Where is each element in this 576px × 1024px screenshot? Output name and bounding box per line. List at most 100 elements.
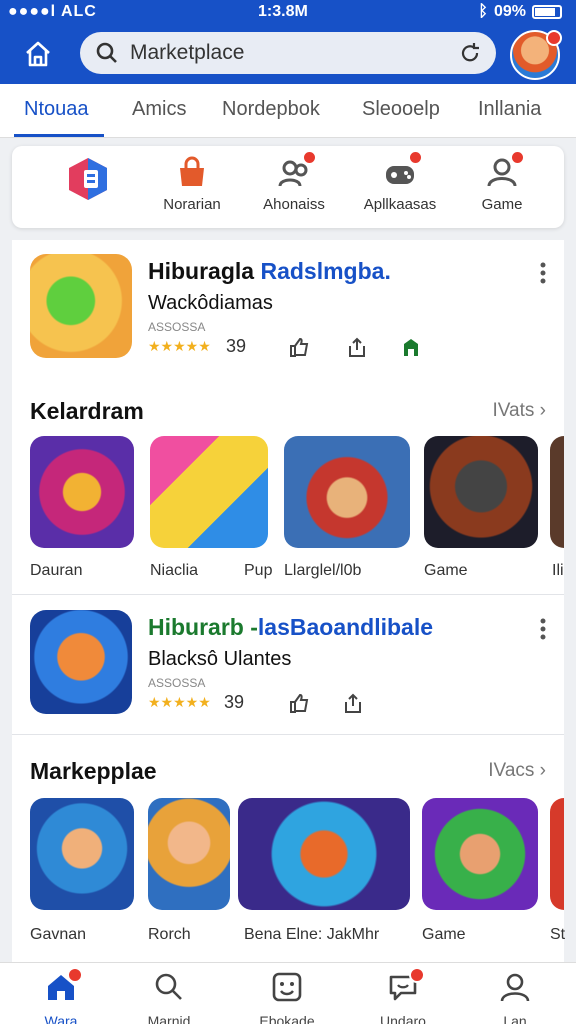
more-options-icon[interactable] [540,262,546,284]
controller-icon [383,150,423,190]
more-options-icon[interactable] [540,618,546,640]
profile-icon [499,971,531,1003]
thumbs-up-icon[interactable] [288,692,310,714]
notification-badge [302,150,317,165]
home-icon[interactable] [18,36,58,72]
app-tile[interactable] [422,798,538,910]
quick-link-label: Apllkaasas [363,196,437,213]
notification-badge [408,150,423,165]
bluetooth-icon: ᛒ [478,3,488,20]
notification-badge [67,967,83,983]
nav-label: Lan [503,1013,527,1024]
quick-link-game[interactable]: Game [452,150,552,213]
app-thumbnail [30,254,132,358]
share-icon[interactable] [346,336,368,358]
app-tile[interactable] [238,798,410,910]
avatar[interactable] [510,30,562,80]
tab-inllania[interactable]: Inllania [478,98,541,121]
search-bar[interactable]: Marketplace [80,32,496,74]
top-app-bar: ●●●●l ALC 1:3.8M ᛒ 09% Marketplace [0,0,576,84]
app-tile[interactable] [148,798,230,910]
quick-link-label: Game [481,196,523,213]
chevron-right-icon: › [539,400,546,421]
rating-value: 39 [226,336,247,356]
gamepad-icon [485,150,525,190]
smiley-box-icon [271,971,303,1003]
nav-item-undaro[interactable]: Undaro [358,967,448,1024]
content-panel: Hiburagla Radslmgba. Wackôdiamas ASSOSSA… [12,240,566,962]
tile-label: Pup [244,562,273,579]
app-meta: ASSOSSA [148,676,206,690]
search-icon [153,971,185,1003]
app-meta: ASSOSSA [148,320,206,334]
app-logo-icon [65,156,111,202]
app-developer: Blacksô Ulantes [148,648,292,670]
tag-icon [175,156,209,190]
notification-badge [409,967,425,983]
app-tile[interactable] [150,436,268,548]
quick-link-apllkaasas[interactable]: Apllkaasas [350,150,450,213]
people-icon [277,150,317,190]
see-more-link[interactable]: IVacs › [488,760,546,782]
search-input[interactable]: Marketplace [130,41,458,65]
chat-icon [387,967,425,1003]
divider [12,734,564,735]
tab-nordepbok[interactable]: Nordepbok [222,98,320,121]
nav-item-ebokade[interactable]: Ebokade [242,971,332,1024]
quick-link-label: Norarian [163,196,221,213]
tile-label: Game [424,562,468,579]
app-tile[interactable] [30,798,134,910]
status-right: ᛒ 09% [478,3,562,21]
quick-links-card: Norarian Ahonaiss Apllkaasas Game [12,146,564,228]
section-title: Kelardram [30,398,144,424]
star-rating: ★★★★★ [148,338,211,354]
battery-icon [532,5,562,19]
category-tabs: Ntouaa Amics Nordepbok Sleooelp Inllania [0,84,576,138]
quick-link-app[interactable] [38,156,138,202]
quick-link-norarian[interactable]: Norarian [142,156,242,213]
nav-label: Wara [44,1013,78,1024]
app-developer: Wackôdiamas [148,292,273,314]
app-tile[interactable] [550,798,564,910]
chevron-right-icon: › [539,760,546,781]
quick-link-label: Ahonaiss [263,196,325,213]
rating-value: 39 [224,692,245,712]
thumbs-up-icon[interactable] [288,336,310,358]
install-icon[interactable] [400,336,422,358]
quick-link-ahonaiss[interactable]: Ahonaiss [244,150,344,213]
see-more-link[interactable]: IVats › [493,400,547,422]
app-tile[interactable] [30,436,134,548]
app-tile[interactable] [424,436,538,548]
tab-amics[interactable]: Amics [132,98,186,121]
tile-label: St [550,926,566,943]
featured-app-card[interactable]: Hiburagla Radslmgba. Wackôdiamas ASSOSSA… [12,240,564,360]
tile-label: Rorch [148,926,191,943]
search-icon [96,42,117,63]
app-title: Hiburarb -lasBaoandlibale [148,614,434,640]
featured-app-card[interactable]: Hiburarb -lasBaoandlibale Blacksô Ulante… [12,596,564,716]
tab-sleooelp[interactable]: Sleooelp [362,98,440,121]
status-time: 1:3.8M [258,3,308,20]
nav-item-marnid[interactable]: Marnid [124,971,214,1024]
share-icon[interactable] [342,692,364,714]
star-rating: ★★★★★ [148,694,211,710]
bottom-navigation: Wara Marnid Ebokade Undaro Lan [0,962,576,1024]
tile-label: Llarglel/l0b [284,562,362,579]
tile-label: Game [422,926,466,943]
app-title: Hiburagla Radslmgba. [148,258,391,284]
notification-dot [546,30,562,46]
nav-label: Marnid [147,1013,191,1024]
nav-item-lan[interactable]: Lan [470,971,560,1024]
tab-ntouaa[interactable]: Ntouaa [24,98,89,121]
app-tile[interactable] [550,436,564,548]
app-thumbnail [30,610,132,714]
carrier-signal: ●●●●l ALC [8,3,97,20]
tile-label: Gavnan [30,926,87,943]
nav-item-wara[interactable]: Wara [16,967,106,1024]
battery-percent: 09% [493,3,526,20]
tile-label: Ili [552,562,564,579]
notification-badge [510,150,525,165]
app-tile[interactable] [284,436,410,548]
home-icon [45,967,83,1003]
refresh-icon[interactable] [458,41,482,65]
